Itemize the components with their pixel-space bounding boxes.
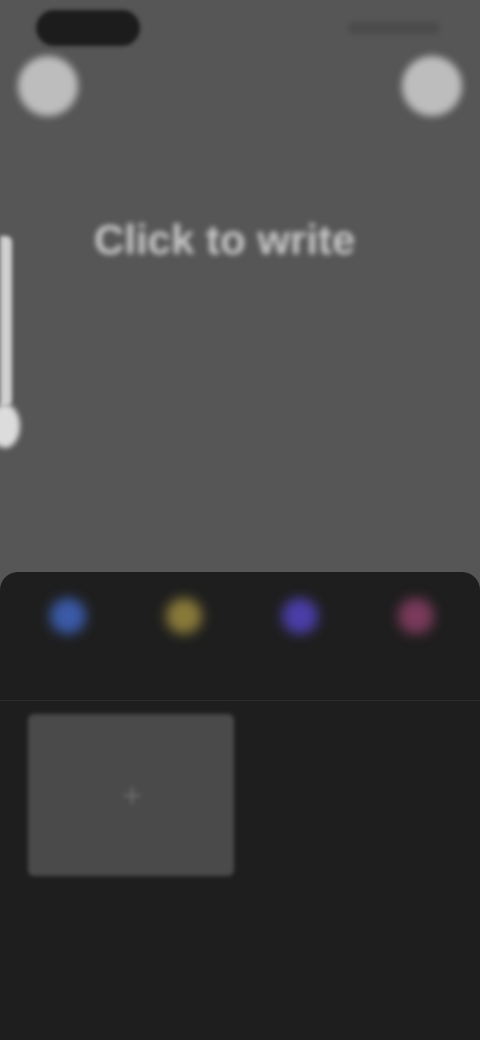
tool-item-4[interactable] bbox=[358, 584, 468, 694]
panel-divider bbox=[0, 700, 480, 701]
status-time-pill bbox=[36, 10, 140, 46]
text-placeholder[interactable]: Click to write bbox=[94, 216, 355, 264]
editor-canvas[interactable]: Click to write bbox=[0, 0, 480, 590]
size-slider-track[interactable] bbox=[0, 236, 12, 406]
tool-item-1[interactable] bbox=[10, 584, 120, 694]
tool-item-3[interactable] bbox=[242, 584, 352, 694]
tool-icon-3 bbox=[282, 598, 318, 634]
tool-icon-1 bbox=[50, 598, 86, 634]
status-icons bbox=[348, 22, 440, 34]
tool-row bbox=[0, 584, 480, 694]
tool-item-2[interactable] bbox=[126, 584, 236, 694]
add-media-tile[interactable]: + bbox=[28, 714, 234, 876]
size-slider-handle[interactable] bbox=[0, 404, 20, 448]
status-bar bbox=[0, 0, 480, 52]
done-button[interactable] bbox=[402, 56, 462, 116]
plus-icon: + bbox=[122, 777, 142, 815]
tool-icon-2 bbox=[166, 598, 202, 634]
tool-icon-4 bbox=[398, 598, 434, 634]
back-button[interactable] bbox=[18, 56, 78, 116]
bottom-panel: + bbox=[0, 572, 480, 1040]
